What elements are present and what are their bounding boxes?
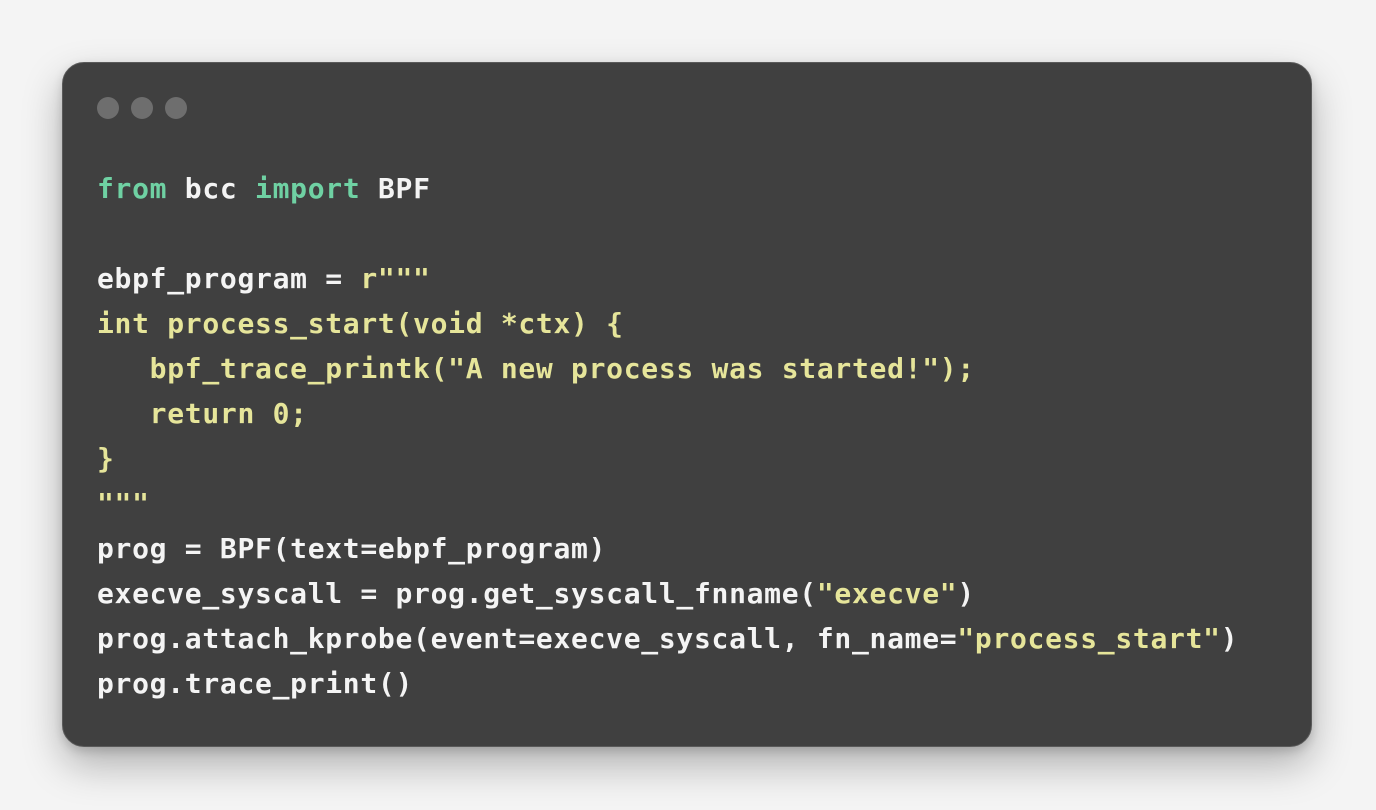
minimize-dot-icon[interactable] [131, 97, 153, 119]
code-text: BPF [360, 172, 431, 205]
code-line: int process_start(void *ctx) { [97, 301, 1238, 346]
code-string: "process_start" [957, 622, 1221, 655]
code-line: bpf_trace_printk("A new process was star… [97, 346, 1238, 391]
code-text: ) [957, 577, 975, 610]
code-line: prog.attach_kprobe(event=execve_syscall,… [97, 616, 1238, 661]
code-string: "execve" [816, 577, 958, 610]
code-text: bcc [167, 172, 256, 205]
code-line: } [97, 436, 1238, 481]
code-text: prog.attach_kprobe(event=execve_syscall,… [97, 622, 958, 655]
close-dot-icon[interactable] [97, 97, 119, 119]
code-line: execve_syscall = prog.get_syscall_fnname… [97, 571, 1238, 616]
code-line: """ [97, 481, 1238, 526]
code-text: ebpf_program = [97, 262, 361, 295]
code-line: return 0; [97, 391, 1238, 436]
window-controls [97, 97, 187, 119]
code-line: ebpf_program = r""" [97, 256, 1238, 301]
maximize-dot-icon[interactable] [165, 97, 187, 119]
code-line: prog.trace_print() [97, 661, 1238, 706]
code-line: prog = BPF(text=ebpf_program) [97, 526, 1238, 571]
code-string: int process_start(void *ctx) { [97, 307, 624, 340]
code-string: r""" [360, 262, 431, 295]
code-keyword: import [255, 172, 361, 205]
code-text: prog.trace_print() [97, 667, 414, 700]
code-block: from bcc import BPF ebpf_program = r""" i… [97, 166, 1238, 706]
code-string: return 0; [97, 397, 308, 430]
code-line: from bcc import BPF [97, 166, 1238, 211]
code-text: execve_syscall = prog.get_syscall_fnname… [97, 577, 817, 610]
code-text: prog = BPF(text=ebpf_program) [97, 532, 607, 565]
code-string: } [97, 442, 115, 475]
code-string: """ [97, 487, 150, 520]
code-window: from bcc import BPF ebpf_program = r""" i… [62, 62, 1312, 747]
code-text: ) [1220, 622, 1239, 655]
code-keyword: from [97, 172, 168, 205]
code-string: bpf_trace_printk("A new process was star… [97, 352, 975, 385]
